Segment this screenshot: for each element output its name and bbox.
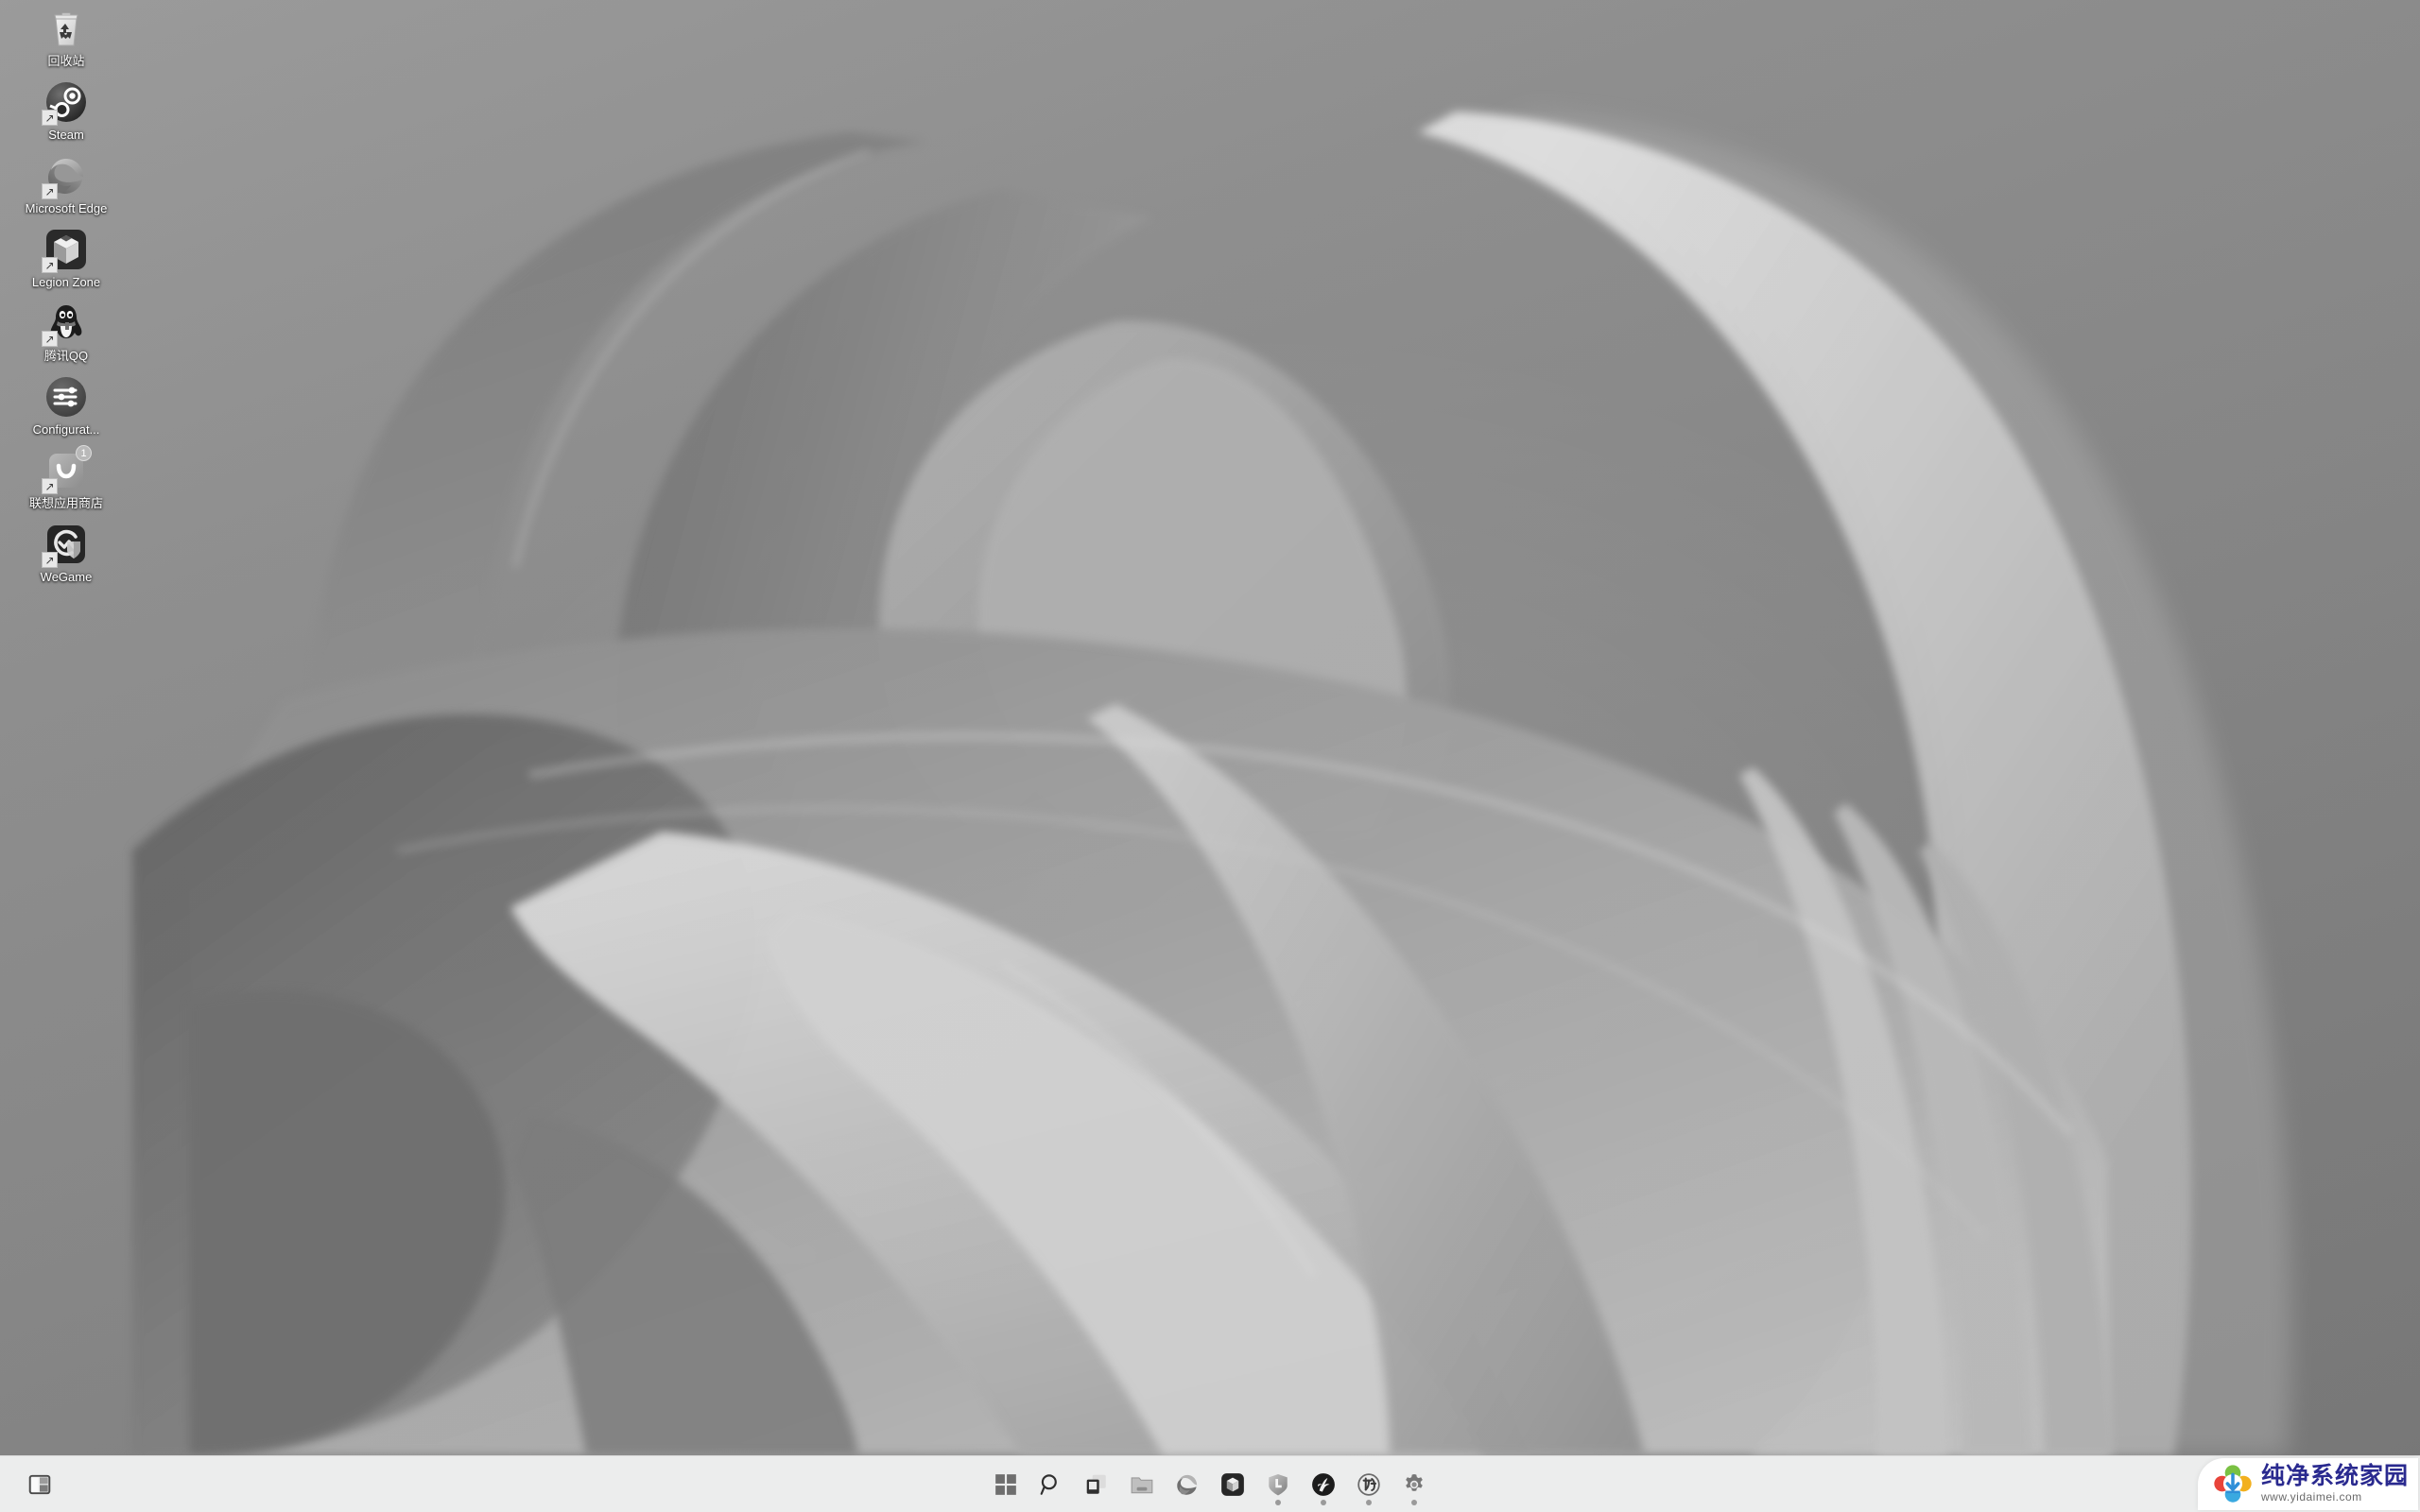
shortcut-overlay-icon: ↗ [42, 552, 58, 568]
download-badge-logo [2213, 1464, 2253, 1503]
configuration-sliders-icon [43, 374, 89, 420]
widgets-icon [27, 1472, 52, 1497]
desktop-icon-microsoft-edge[interactable]: ↗ Microsoft Edge [0, 151, 132, 225]
lenovo-vantage-button[interactable] [1255, 1462, 1301, 1507]
edge-button[interactable] [1165, 1462, 1210, 1507]
legion-zone-button[interactable] [1210, 1462, 1255, 1507]
search-icon [1039, 1472, 1063, 1497]
task-view-icon [1084, 1472, 1109, 1497]
desktop-icon-configuration[interactable]: Configurat... [0, 372, 132, 446]
desktop-icon-lenovo-app-store[interactable]: 1 ↗ 联想应用商店 [0, 445, 132, 520]
shortcut-overlay-icon: ↗ [42, 331, 58, 347]
game-char-icon [1357, 1472, 1381, 1497]
desktop-icon-label: Steam [48, 128, 84, 142]
lenovo-app-store-icon: 1 ↗ [42, 445, 92, 494]
lenovo-shield-icon [1266, 1472, 1290, 1497]
shortcut-overlay-icon: ↗ [42, 478, 58, 494]
notification-badge: 1 [76, 445, 92, 461]
folder-icon [1130, 1472, 1154, 1497]
desktop-icon-legion-zone[interactable]: ↗ Legion Zone [0, 225, 132, 299]
watermark-url: www.yidaimei.com [2260, 1490, 2362, 1503]
legion-zone-icon: ↗ [42, 227, 89, 273]
desktop-icon-label: 联想应用商店 [28, 496, 103, 510]
shortcut-overlay-icon: ↗ [42, 257, 58, 273]
task-view-button[interactable] [1074, 1462, 1119, 1507]
site-watermark: 纯净系统家园 www.yidaimei.com [2197, 1458, 2418, 1510]
wegame-icon: ↗ [42, 522, 89, 568]
running-indicator [1411, 1499, 1417, 1505]
taskbar-left-section [17, 1456, 62, 1512]
steam-icon: ↗ [42, 79, 89, 126]
watermark-text-block: 纯净系统家园 www.yidaimei.com [2261, 1465, 2409, 1503]
game-app-button[interactable] [1301, 1462, 1346, 1507]
game-circle-icon [1311, 1472, 1336, 1497]
watermark-title: 纯净系统家园 [2260, 1463, 2409, 1489]
desktop-icon-wegame[interactable]: ↗ WeGame [0, 520, 132, 593]
running-indicator [1275, 1499, 1281, 1505]
desktop-icon-recycle-bin[interactable]: 回收站 [0, 4, 132, 77]
desktop-icon-tencent-qq[interactable]: ↗ 腾讯QQ [0, 299, 132, 372]
gear-icon [1402, 1472, 1426, 1497]
desktop-icon-label: WeGame [40, 570, 93, 584]
wallpaper-bloom-art [0, 0, 2420, 1455]
desktop-icon-label: 腾讯QQ [43, 349, 89, 363]
desktop-icon-label: Configurat... [32, 422, 100, 437]
desktop-icon-steam[interactable]: ↗ Steam [0, 77, 132, 151]
shortcut-overlay-icon: ↗ [42, 183, 58, 199]
microsoft-edge-icon: ↗ [42, 153, 89, 199]
desktop-icon-grid: 回收站 ↗ Steam ↗ Microsoft Edge ↗ Legion Zo… [0, 4, 132, 593]
windows-start-icon [994, 1472, 1018, 1497]
recycle-bin-icon [43, 6, 89, 51]
search-button[interactable] [1028, 1462, 1074, 1507]
shortcut-overlay-icon: ↗ [42, 110, 58, 126]
desktop-wallpaper [0, 0, 2420, 1455]
settings-button[interactable] [1392, 1462, 1437, 1507]
running-indicator [1321, 1499, 1326, 1505]
microsoft-edge-icon [1175, 1472, 1200, 1497]
legion-zone-icon [1220, 1472, 1245, 1497]
desktop-icon-label: Microsoft Edge [25, 201, 108, 215]
taskbar-center-section [983, 1456, 1437, 1512]
file-explorer-button[interactable] [1119, 1462, 1165, 1507]
desktop-icon-label: 回收站 [47, 54, 85, 68]
start-button[interactable] [983, 1462, 1028, 1507]
taskbar: 英 [0, 1455, 2420, 1512]
running-indicator [1366, 1499, 1372, 1505]
game-app2-button[interactable] [1346, 1462, 1392, 1507]
desktop-icon-label: Legion Zone [31, 275, 101, 289]
widgets-button[interactable] [17, 1462, 62, 1507]
tencent-qq-icon: ↗ [42, 301, 89, 347]
